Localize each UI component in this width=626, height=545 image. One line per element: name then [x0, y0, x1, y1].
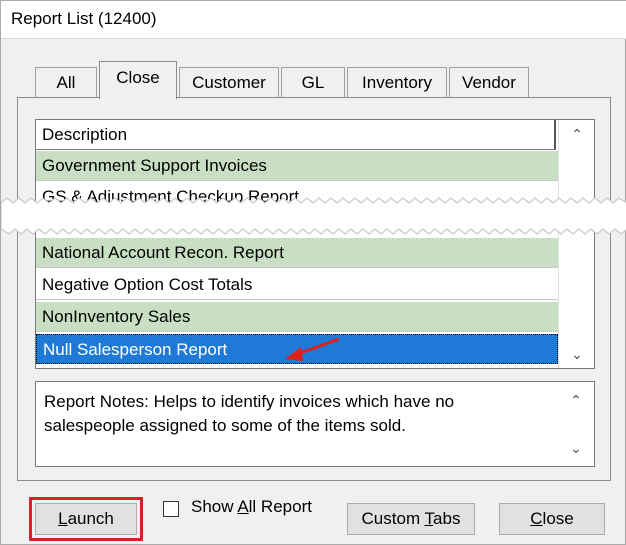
close-button[interactable]: Close [499, 503, 605, 535]
show-all-label-pre: Show [191, 497, 238, 516]
launch-highlight [29, 497, 143, 541]
tab-all[interactable]: All [35, 67, 97, 99]
scroll-down-icon[interactable]: ⌄ [558, 436, 594, 460]
tab-vendor[interactable]: Vendor [449, 67, 529, 99]
report-notes-box[interactable]: Report Notes: Helps to identify invoices… [35, 381, 595, 467]
custom-tabs-label-post: abs [433, 509, 461, 528]
list-item[interactable]: National Account Recon. Report [36, 238, 558, 268]
notes-scrollbar[interactable]: ⌃ ⌄ [558, 382, 594, 466]
tab-inventory-label: Inventory [362, 73, 432, 92]
custom-tabs-label-accel: T [424, 509, 434, 528]
pointer-arrow-icon [285, 337, 340, 361]
tab-close-label: Close [116, 68, 160, 87]
tab-gl-label: GL [301, 73, 325, 92]
show-all-label-accel: A [237, 497, 249, 516]
tab-customer[interactable]: Customer [179, 67, 279, 99]
scroll-down-icon[interactable]: ⌄ [559, 342, 594, 366]
custom-tabs-label-pre: Custom [361, 509, 425, 528]
tab-gl[interactable]: GL [281, 67, 345, 99]
list-scrollbar[interactable]: ⌃ ⌄ [558, 120, 594, 368]
report-notes-text: Report Notes: Helps to identify invoices… [44, 392, 455, 435]
show-all-label-post: ll Report [248, 497, 312, 516]
close-label-accel: C [530, 509, 543, 528]
show-all-label[interactable]: Show All Report [191, 497, 312, 517]
tab-close[interactable]: Close [99, 61, 177, 99]
scroll-up-icon[interactable]: ⌃ [559, 122, 594, 146]
tab-inventory[interactable]: Inventory [347, 67, 447, 99]
window-title: Report List (12400) [11, 9, 157, 28]
tab-customer-label: Customer [192, 73, 266, 92]
title-bar: Report List (12400) [1, 1, 626, 39]
description-column-header[interactable]: Description [36, 120, 556, 150]
tab-vendor-label: Vendor [462, 73, 516, 92]
list-item[interactable]: NonInventory Sales [36, 302, 558, 332]
close-label-post: lose [542, 509, 574, 528]
torn-edge-break [1, 197, 626, 235]
list-item[interactable]: Government Support Invoices [36, 151, 558, 181]
show-all-checkbox[interactable] [163, 501, 179, 517]
scroll-up-icon[interactable]: ⌃ [558, 388, 594, 412]
tab-all-label: All [56, 73, 76, 92]
list-item[interactable]: Negative Option Cost Totals [36, 270, 558, 300]
report-list-window: Report List (12400) All Close Customer G… [0, 0, 626, 545]
custom-tabs-button[interactable]: Custom Tabs [347, 503, 475, 535]
